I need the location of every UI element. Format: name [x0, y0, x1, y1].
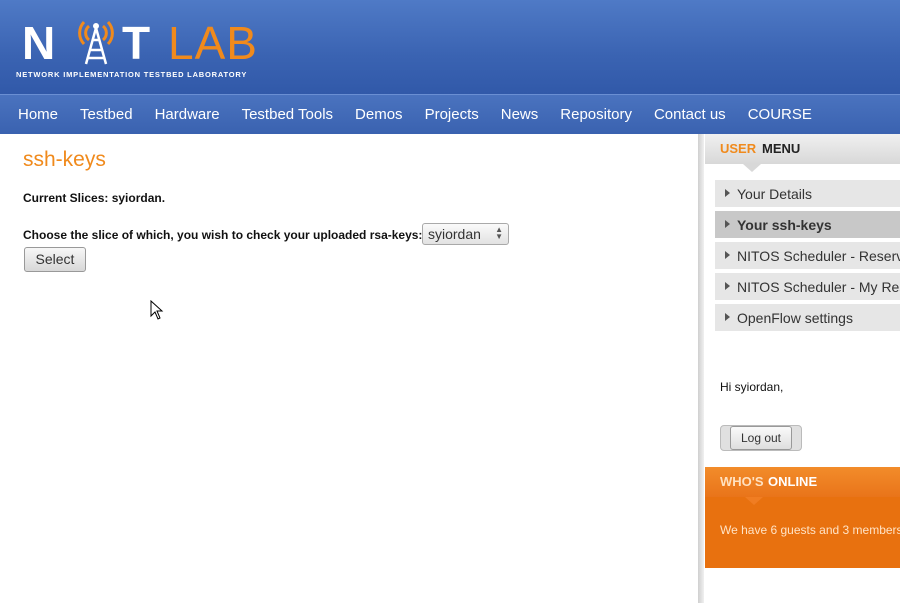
user-menu-item-scheduler-reservations[interactable]: NITOS Scheduler - Reservations	[715, 242, 900, 269]
sidebar-divider	[698, 134, 704, 603]
select-updown-icon: ▲ ▼	[495, 225, 503, 241]
user-menu-notch	[743, 164, 761, 172]
current-slices-text: Current Slices: syiordan.	[23, 191, 166, 205]
nitlab-logo[interactable]: N T LAB NETWORK IMPLEMENTATION TESTBED L…	[16, 14, 286, 84]
nav-testbed-tools[interactable]: Testbed Tools	[231, 106, 344, 123]
site-header: N T LAB NETWORK IMPLEMENTATION TESTBED L…	[0, 0, 900, 94]
nav-testbed[interactable]: Testbed	[69, 106, 144, 123]
user-menu-item-label: NITOS Scheduler - My Reservations	[737, 279, 900, 295]
slice-select-value: syiordan	[428, 226, 481, 242]
user-menu-title: MENU	[762, 141, 801, 156]
slice-select[interactable]: syiordan ▲ ▼	[422, 223, 509, 245]
whos-online-text: We have 6 guests and 3 members online	[720, 523, 900, 537]
logo-wordmark: N T LAB	[22, 17, 257, 69]
logo-letter-t: T	[122, 17, 152, 69]
main-nav: Home Testbed Hardware Testbed Tools Demo…	[0, 94, 900, 134]
user-menu-list: Your Details Your ssh-keys NITOS Schedul…	[715, 180, 900, 335]
nav-home[interactable]: Home	[0, 106, 69, 123]
user-menu-item-label: Your Details	[737, 186, 812, 202]
logo-lab: LAB	[168, 17, 258, 69]
logo-tagline: NETWORK IMPLEMENTATION TESTBED LABORATOR…	[16, 70, 248, 79]
greeting-text: Hi syiordan,	[720, 380, 784, 394]
user-menu-item-your-details[interactable]: Your Details	[715, 180, 900, 207]
nav-news[interactable]: News	[490, 106, 550, 123]
triangle-right-icon	[725, 313, 730, 321]
whos-online-title-accent: WHO'S	[720, 474, 764, 489]
select-button[interactable]: Select	[24, 247, 86, 272]
user-menu-item-label: Your ssh-keys	[737, 217, 832, 233]
logout-box: Log out	[720, 425, 802, 451]
user-menu-title-accent: USER	[720, 141, 757, 156]
user-menu-item-label: OpenFlow settings	[737, 310, 853, 326]
logo-letter-n: N	[22, 17, 57, 69]
whos-online-title: ONLINE	[768, 474, 818, 489]
whos-online-header: WHO'S ONLINE	[705, 467, 900, 497]
nav-projects[interactable]: Projects	[414, 106, 490, 123]
user-menu-item-your-ssh-keys[interactable]: Your ssh-keys	[715, 211, 900, 238]
whos-online-notch	[745, 497, 763, 505]
nav-demos[interactable]: Demos	[344, 106, 414, 123]
user-menu-header: USER MENU	[705, 134, 900, 164]
antenna-tower-icon	[78, 20, 114, 65]
right-sidebar: USER MENU Your Details Your ssh-keys NIT…	[705, 134, 900, 603]
main-content: ssh-keys Current Slices: syiordan. Choos…	[0, 134, 698, 603]
triangle-right-icon	[725, 220, 730, 228]
whos-online-body: We have 6 guests and 3 members online	[705, 497, 900, 568]
page-title: ssh-keys	[23, 148, 106, 171]
nav-contact-us[interactable]: Contact us	[643, 106, 737, 123]
nav-course[interactable]: COURSE	[737, 106, 823, 123]
user-menu-item-openflow-settings[interactable]: OpenFlow settings	[715, 304, 900, 331]
user-menu-item-scheduler-my-reservations[interactable]: NITOS Scheduler - My Reservations	[715, 273, 900, 300]
nav-hardware[interactable]: Hardware	[144, 106, 231, 123]
triangle-right-icon	[725, 282, 730, 290]
user-menu-item-label: NITOS Scheduler - Reservations	[737, 248, 900, 264]
triangle-right-icon	[725, 189, 730, 197]
choose-slice-label: Choose the slice of which, you wish to c…	[23, 228, 423, 242]
triangle-right-icon	[725, 251, 730, 259]
logout-button[interactable]: Log out	[730, 426, 792, 450]
mouse-cursor-icon	[150, 300, 164, 320]
nav-repository[interactable]: Repository	[549, 106, 643, 123]
